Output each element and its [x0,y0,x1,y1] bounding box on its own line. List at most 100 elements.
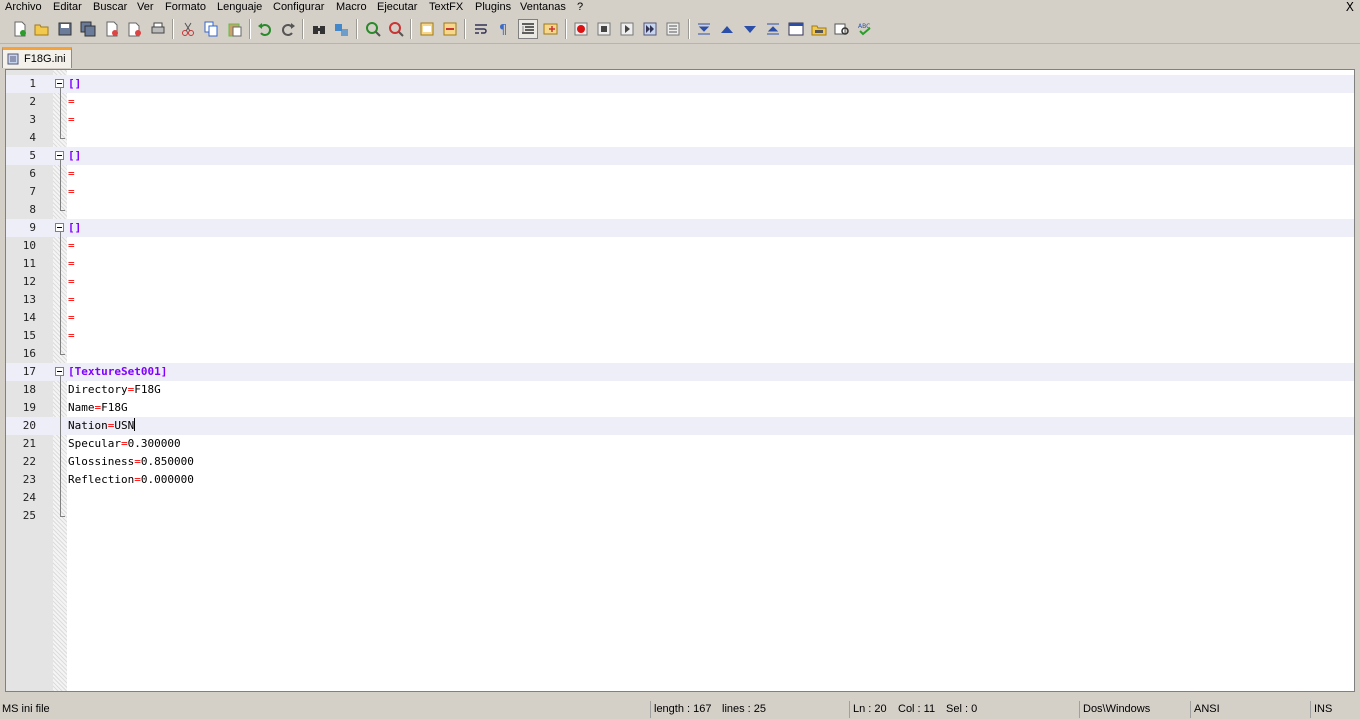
next-icon[interactable] [740,19,760,39]
fold-line [60,88,61,138]
show-all-chars-icon[interactable]: ¶ [494,19,514,39]
section-line[interactable]: 5 [] [6,147,1354,165]
fold-toggle-icon[interactable] [55,223,64,232]
code-line[interactable]: 13 = [6,291,1354,309]
section-line[interactable]: 17 [TextureSet001] [6,363,1354,381]
line-text: [TextureSet001] [68,363,167,381]
menu-ventanas[interactable]: Ventanas [520,0,566,15]
editor[interactable]: 1[] 2 = 3 = 4 5[] 6 = 7 = 8 9[] 10 = 11 = 12 = 13 = 14 = 15 = 16 1… [5,69,1355,692]
zoom-in-icon[interactable] [363,19,383,39]
section-line[interactable]: 9 [] [6,219,1354,237]
run-macro-multiple-icon[interactable] [640,19,660,39]
paste-icon[interactable] [225,19,245,39]
code-line[interactable]: 18 Directory=F18G [6,381,1354,399]
indent-guide-icon[interactable] [518,19,538,39]
code-line[interactable]: 25 [6,507,1354,525]
code-line[interactable]: 6 = [6,165,1354,183]
cut-icon[interactable] [178,19,198,39]
menu-lenguaje[interactable]: Lenguaje [217,0,262,15]
code-line[interactable]: 11 = [6,255,1354,273]
code-line[interactable]: 4 [6,129,1354,147]
code-line[interactable]: 7 = [6,183,1354,201]
tab-label: F18G.ini [24,53,66,65]
save-all-icon[interactable] [78,19,98,39]
status-eol: Dos\Windows [1079,701,1150,718]
menu-archivo[interactable]: Archivo [5,0,42,15]
code-line[interactable]: 19 Name=F18G [6,399,1354,417]
code-line[interactable]: 8 [6,201,1354,219]
equals-sign: = [68,329,75,342]
menu-ejecutar[interactable]: Ejecutar [377,0,417,15]
menu-macro[interactable]: Macro [336,0,367,15]
new-file-icon[interactable] [10,19,30,39]
fold-line [60,376,61,516]
ini-key: Directory [68,383,128,396]
print-icon[interactable] [148,19,168,39]
status-length: length : 167 [650,701,712,718]
line-text: = [68,291,75,309]
save-icon[interactable] [55,19,75,39]
line-number: 17 [22,365,36,378]
close-all-icon[interactable] [125,19,145,39]
equals-sign: = [68,275,75,288]
menu-configurar[interactable]: Configurar [273,0,324,15]
menu-editar[interactable]: Editar [53,0,82,15]
sync-vertical-icon[interactable] [417,19,437,39]
replace-icon[interactable] [332,19,352,39]
copy-icon[interactable] [201,19,221,39]
save-macro-icon[interactable] [663,19,683,39]
code-line[interactable]: 10 = [6,237,1354,255]
fold-end [60,516,65,517]
code-line[interactable]: 23 Reflection=0.000000 [6,471,1354,489]
menu-ver[interactable]: Ver [137,0,154,15]
svg-text:¶: ¶ [499,23,507,37]
open-folder-icon[interactable] [32,19,52,39]
fold-toggle-icon[interactable] [55,79,64,88]
code-line[interactable]: 16 [6,345,1354,363]
code-line[interactable]: 2 = [6,93,1354,111]
menu-textfx[interactable]: TextFX [429,0,463,15]
find-icon[interactable] [309,19,329,39]
unfold-all-icon[interactable] [763,19,783,39]
preview-icon[interactable] [832,19,852,39]
section-line[interactable]: 1 [] [6,75,1354,93]
code-line[interactable]: 15 = [6,327,1354,345]
menu-formato[interactable]: Formato [165,0,206,15]
menu-help[interactable]: ? [577,0,583,15]
ini-value: F18G [134,383,161,396]
stop-record-icon[interactable] [594,19,614,39]
redo-icon[interactable] [278,19,298,39]
close-icon[interactable]: X [1346,0,1354,14]
ini-key: Nation [68,419,108,432]
sync-horizontal-icon[interactable] [440,19,460,39]
fold-toggle-icon[interactable] [55,367,64,376]
code-line[interactable]: 21 Specular=0.300000 [6,435,1354,453]
code-line[interactable]: 14 = [6,309,1354,327]
menu-buscar[interactable]: Buscar [93,0,127,15]
user-lang-icon[interactable] [541,19,561,39]
tab-f18g-ini[interactable]: F18G.ini [2,47,72,68]
close-file-icon[interactable] [102,19,122,39]
undo-icon[interactable] [255,19,275,39]
line-text: = [68,165,75,183]
menu-plugins[interactable]: Plugins [475,0,511,15]
code-line[interactable]: 20 Nation=USN [6,417,1354,435]
code-line[interactable]: 12 = [6,273,1354,291]
fold-toggle-icon[interactable] [55,151,64,160]
zoom-out-icon[interactable] [386,19,406,39]
code-line[interactable]: 22 Glossiness=0.850000 [6,453,1354,471]
word-wrap-icon[interactable] [471,19,491,39]
console-icon[interactable] [786,19,806,39]
spell-check-icon[interactable]: ABC [855,19,875,39]
fold-all-icon[interactable] [694,19,714,39]
open-file-explorer-icon[interactable] [809,19,829,39]
line-number: 23 [22,473,36,486]
code-line[interactable]: 3 = [6,111,1354,129]
line-number: 21 [22,437,36,450]
record-macro-icon[interactable] [571,19,591,39]
line-number: 14 [22,311,36,324]
play-macro-icon[interactable] [617,19,637,39]
ini-key: Reflection [68,473,135,486]
prev-icon[interactable] [717,19,737,39]
code-line[interactable]: 24 [6,489,1354,507]
